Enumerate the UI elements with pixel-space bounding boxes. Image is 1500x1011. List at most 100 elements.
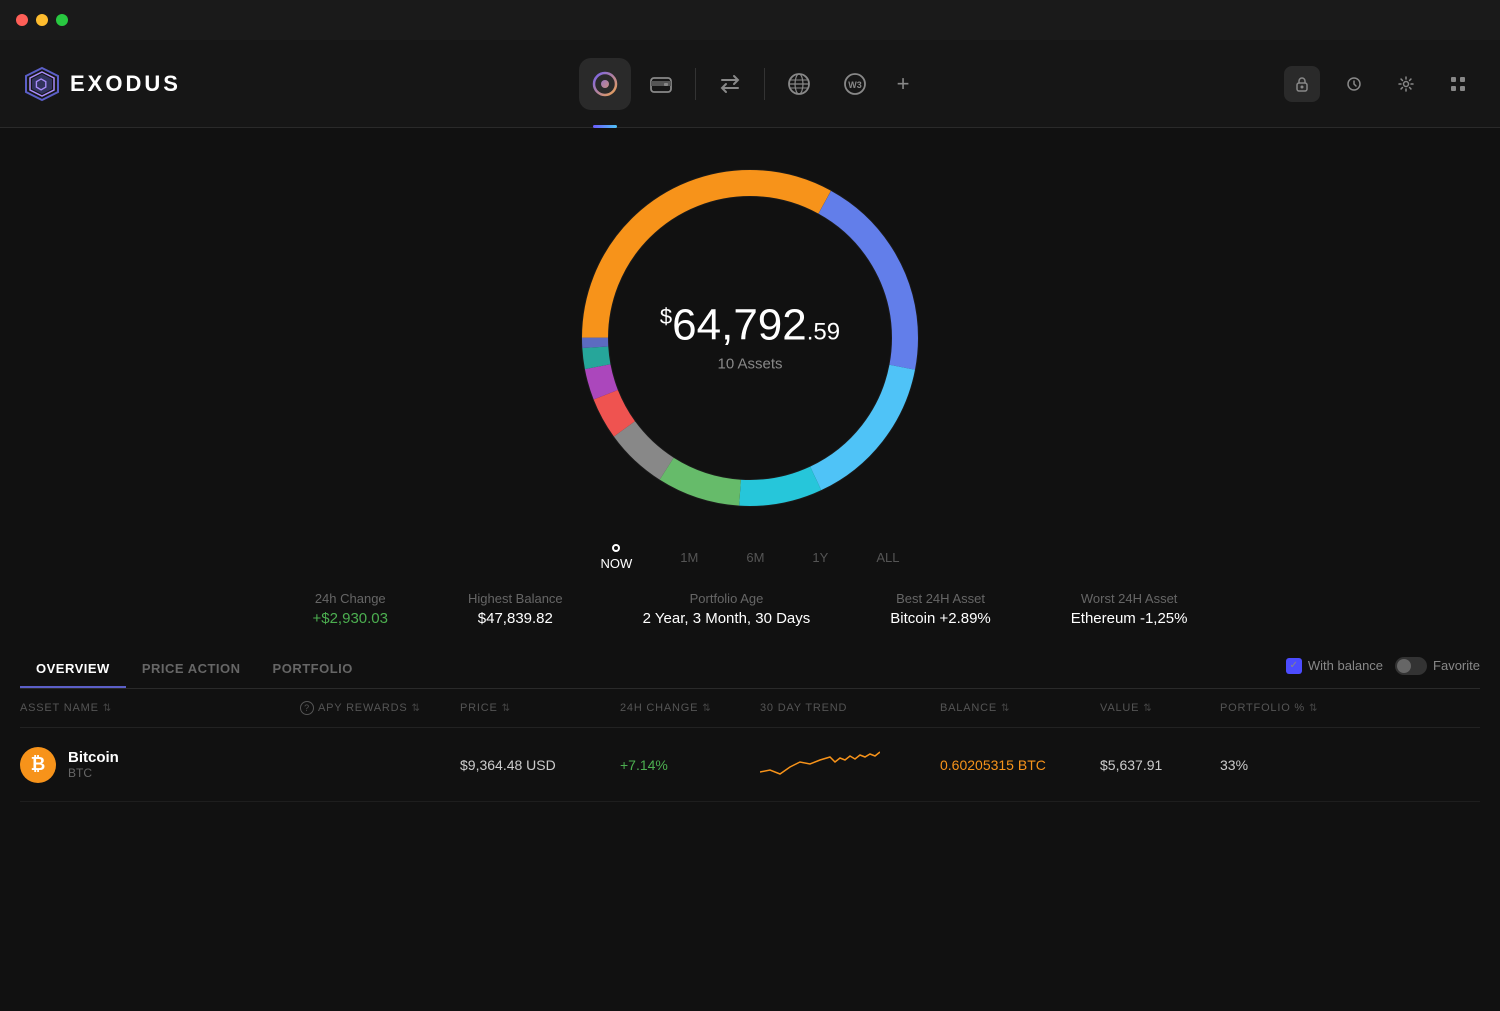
exodus-logo-icon: ⬡ xyxy=(24,66,60,102)
stat-highest-balance: Highest Balance $47,839.82 xyxy=(468,591,563,627)
filter-favorite[interactable]: Favorite xyxy=(1395,657,1480,675)
th-apy-rewards[interactable]: ? APY REWARDS ⇅ xyxy=(300,701,460,715)
donut-chart-wrapper: $64,792.59 10 Assets xyxy=(560,148,940,528)
app-title: EXODUS xyxy=(70,71,181,97)
svg-text:W3: W3 xyxy=(848,80,862,90)
history-button[interactable] xyxy=(1336,66,1372,102)
sort-icon-asset: ⇅ xyxy=(103,703,112,714)
time-option-1m[interactable]: 1M xyxy=(680,550,698,565)
th-price[interactable]: PRICE ⇅ xyxy=(460,701,620,715)
time-option-now[interactable]: NOW xyxy=(601,544,633,571)
btc-name: Bitcoin xyxy=(68,749,119,766)
tab-portfolio[interactable]: PORTFOLIO xyxy=(257,651,369,688)
btc-24h-change: +7.14% xyxy=(620,757,760,773)
main-content: $64,792.59 10 Assets NOW 1M 6M 1Y ALL xyxy=(0,128,1500,1011)
portfolio-section: $64,792.59 10 Assets NOW 1M 6M 1Y ALL xyxy=(0,128,1500,802)
settings-button[interactable] xyxy=(1388,66,1424,102)
stat-label-age: Portfolio Age xyxy=(690,591,764,606)
th-24h-change[interactable]: 24H CHANGE ⇅ xyxy=(620,701,760,715)
portfolio-total: $64,792.59 xyxy=(660,304,840,348)
stat-label-worst: Worst 24H Asset xyxy=(1081,591,1178,606)
maximize-button[interactable] xyxy=(56,14,68,26)
donut-center: $64,792.59 10 Assets xyxy=(660,304,840,373)
nav-tab-exchange[interactable] xyxy=(704,58,756,110)
time-selector: NOW 1M 6M 1Y ALL xyxy=(601,544,900,571)
btc-icon: ₿ xyxy=(20,747,56,783)
nav-tab-wallet[interactable] xyxy=(635,58,687,110)
th-asset-name[interactable]: ASSET NAME ⇅ xyxy=(20,701,300,715)
filter-label-balance: With balance xyxy=(1308,658,1383,673)
btc-portfolio-pct: 33% xyxy=(1220,757,1320,773)
sort-icon-portfolio: ⇅ xyxy=(1309,703,1318,714)
tab-overview[interactable]: OVERVIEW xyxy=(20,651,126,688)
nav-divider-1 xyxy=(695,68,696,100)
help-icon-apy: ? xyxy=(300,701,314,715)
filter-check-balance: ✓ xyxy=(1286,658,1302,674)
lock-button[interactable] xyxy=(1284,66,1320,102)
nav-tab-browser[interactable] xyxy=(773,58,825,110)
btc-sparkline-cell xyxy=(760,742,940,787)
table-row[interactable]: ₿ Bitcoin BTC $9,364.48 USD +7.14% 0.602… xyxy=(20,728,1480,802)
btc-balance: 0.60205315 BTC xyxy=(940,757,1100,773)
time-dot xyxy=(612,544,620,552)
sort-icon-24h: ⇅ xyxy=(702,703,711,714)
stat-value-age: 2 Year, 3 Month, 30 Days xyxy=(643,610,811,627)
stat-label-best: Best 24H Asset xyxy=(896,591,985,606)
asset-info-btc: Bitcoin BTC xyxy=(68,749,119,780)
web3-icon: W3 xyxy=(842,71,868,97)
filter-label-favorite: Favorite xyxy=(1433,658,1480,673)
add-tab-button[interactable]: + xyxy=(885,66,921,102)
stat-24h-change: 24h Change +$2,930.03 xyxy=(312,591,388,627)
btc-value: $5,637.91 xyxy=(1100,757,1220,773)
history-icon xyxy=(1346,76,1362,92)
nav-right-icons xyxy=(1284,66,1476,102)
apps-icon xyxy=(1450,76,1466,92)
exchange-icon xyxy=(717,71,743,97)
settings-icon xyxy=(1398,76,1414,92)
stat-value-worst: Ethereum -1,25% xyxy=(1071,610,1188,627)
apps-button[interactable] xyxy=(1440,66,1476,102)
filter-toggle-favorite[interactable] xyxy=(1395,657,1427,675)
sort-icon-balance: ⇅ xyxy=(1001,703,1010,714)
nav-tabs: W3 + xyxy=(579,58,921,110)
nav-tab-web3[interactable]: W3 xyxy=(829,58,881,110)
filter-with-balance[interactable]: ✓ With balance xyxy=(1286,658,1383,674)
sort-icon-apy: ⇅ xyxy=(412,703,421,714)
stat-label-highest: Highest Balance xyxy=(468,591,563,606)
th-value[interactable]: VALUE ⇅ xyxy=(1100,701,1220,715)
th-30day-trend: 30 DAY TREND xyxy=(760,701,940,715)
browser-icon xyxy=(786,71,812,97)
stat-worst-asset: Worst 24H Asset Ethereum -1,25% xyxy=(1071,591,1188,627)
assets-count: 10 Assets xyxy=(660,356,840,373)
nav-tab-portfolio[interactable] xyxy=(579,58,631,110)
btc-sparkline xyxy=(760,742,880,782)
time-option-6m[interactable]: 6M xyxy=(746,550,764,565)
minimize-button[interactable] xyxy=(36,14,48,26)
close-button[interactable] xyxy=(16,14,28,26)
btc-ticker: BTC xyxy=(68,766,119,780)
stat-best-asset: Best 24H Asset Bitcoin +2.89% xyxy=(890,591,990,627)
nav-bar: ⬡ EXODUS xyxy=(0,40,1500,128)
svg-text:⬡: ⬡ xyxy=(35,76,47,92)
table-section: OVERVIEW PRICE ACTION PORTFOLIO ✓ With b… xyxy=(0,651,1500,802)
lock-icon xyxy=(1294,76,1310,92)
stats-row: 24h Change +$2,930.03 Highest Balance $4… xyxy=(272,591,1227,627)
sort-icon-price: ⇅ xyxy=(502,703,511,714)
table-headers: ASSET NAME ⇅ ? APY REWARDS ⇅ PRICE ⇅ 24H… xyxy=(20,689,1480,728)
currency-symbol: $ xyxy=(660,304,672,329)
title-bar xyxy=(0,0,1500,40)
sort-icon-value: ⇅ xyxy=(1143,703,1152,714)
stat-portfolio-age: Portfolio Age 2 Year, 3 Month, 30 Days xyxy=(643,591,811,627)
btc-price: $9,364.48 USD xyxy=(460,757,620,773)
th-portfolio-pct[interactable]: PORTFOLIO % ⇅ xyxy=(1220,701,1320,715)
table-tabs: OVERVIEW PRICE ACTION PORTFOLIO ✓ With b… xyxy=(20,651,1480,689)
time-option-1y[interactable]: 1Y xyxy=(812,550,828,565)
stat-value-best: Bitcoin +2.89% xyxy=(890,610,990,627)
stat-label-24h: 24h Change xyxy=(315,591,386,606)
table-filters: ✓ With balance Favorite xyxy=(1286,657,1480,683)
tab-price-action[interactable]: PRICE ACTION xyxy=(126,651,257,688)
th-balance[interactable]: BALANCE ⇅ xyxy=(940,701,1100,715)
time-option-all[interactable]: ALL xyxy=(876,550,899,565)
wallet-icon xyxy=(648,71,674,97)
stat-value-highest: $47,839.82 xyxy=(478,610,553,627)
